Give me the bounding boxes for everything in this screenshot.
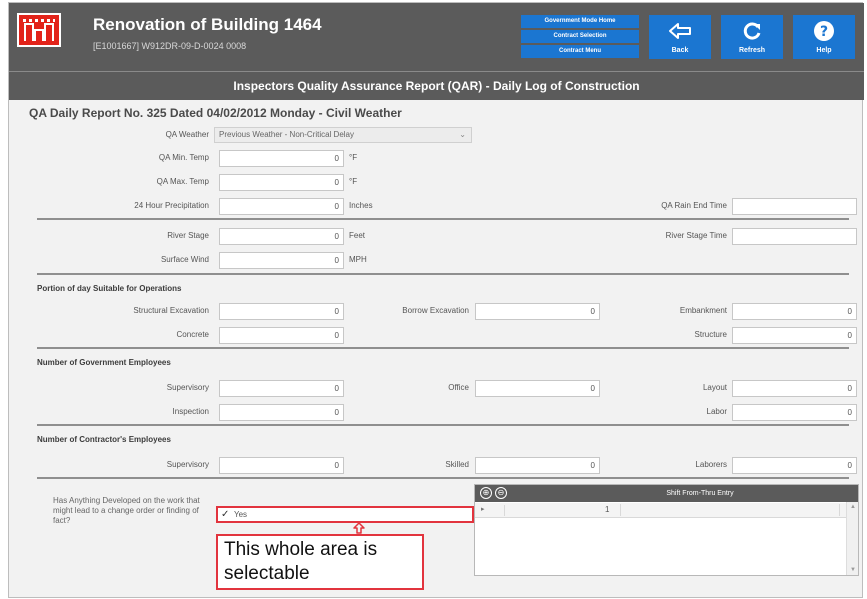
inspection-field[interactable]: 0 bbox=[219, 404, 344, 421]
surface-wind-unit: MPH bbox=[349, 255, 367, 264]
section-divider bbox=[37, 347, 849, 349]
labor-field[interactable]: 0 bbox=[732, 404, 857, 421]
borrow-excavation-field[interactable]: 0 bbox=[475, 303, 600, 320]
scroll-down-icon[interactable]: ▼ bbox=[850, 567, 856, 573]
back-label: Back bbox=[671, 47, 689, 54]
app-window: Renovation of Building 1464 [E1001667] W… bbox=[8, 2, 864, 598]
row-cell bbox=[491, 505, 505, 516]
rain-end-time-label: QA Rain End Time bbox=[661, 201, 727, 210]
refresh-label: Refresh bbox=[738, 47, 766, 54]
rain-end-time-field[interactable] bbox=[732, 198, 857, 215]
laborers-label: Laborers bbox=[695, 460, 727, 469]
river-stage-field[interactable]: 0 bbox=[219, 228, 344, 245]
checkmark-icon[interactable]: ✓ bbox=[221, 509, 229, 520]
river-stage-time-label: River Stage Time bbox=[665, 231, 727, 240]
structural-excavation-field[interactable]: 0 bbox=[219, 303, 344, 320]
layout-label: Layout bbox=[702, 383, 727, 392]
government-employees-heading: Number of Government Employees bbox=[37, 358, 171, 367]
report-title: QA Daily Report No. 325 Dated 04/02/2012… bbox=[29, 106, 402, 120]
max-temp-label: QA Max. Temp bbox=[156, 177, 209, 186]
section-divider bbox=[37, 273, 849, 275]
structure-field[interactable]: 0 bbox=[732, 327, 857, 344]
grid-remove-icon[interactable]: ⊖ bbox=[495, 487, 507, 499]
qa-weather-value: Previous Weather - Non-Critical Delay bbox=[219, 130, 355, 139]
section-divider bbox=[37, 424, 849, 426]
contractor-supervisory-field[interactable]: 0 bbox=[219, 457, 344, 474]
shift-entry-grid: ⊕ ⊖ Shift From-Thru Entry ▸ 1 ▲ ▼ bbox=[474, 484, 859, 576]
borrow-excavation-label: Borrow Excavation bbox=[402, 306, 469, 315]
river-stage-unit: Feet bbox=[349, 231, 366, 240]
refresh-button[interactable]: Refresh bbox=[721, 15, 783, 59]
back-arrow-icon bbox=[649, 21, 711, 41]
change-order-question: Has Anything Developed on the work that … bbox=[53, 496, 200, 525]
change-order-checkbox-area[interactable]: ✓ Yes bbox=[216, 506, 474, 523]
min-temp-field[interactable]: 0 bbox=[219, 150, 344, 167]
qa-weather-select[interactable]: Previous Weather - Non-Critical Delay ⌄ bbox=[214, 127, 472, 143]
refresh-icon bbox=[721, 21, 783, 41]
contract-menu-button[interactable]: Contract Menu bbox=[521, 45, 639, 58]
contractor-supervisory-label: Supervisory bbox=[166, 460, 209, 469]
app-header: Renovation of Building 1464 [E1001667] W… bbox=[9, 3, 864, 71]
office-label: Office bbox=[448, 383, 469, 392]
precipitation-unit: Inches bbox=[349, 201, 373, 210]
concrete-field[interactable]: 0 bbox=[219, 327, 344, 344]
table-row[interactable]: ▸ 1 bbox=[475, 503, 858, 518]
svg-text:?: ? bbox=[820, 24, 828, 40]
section-divider bbox=[37, 218, 849, 220]
grid-add-icon[interactable]: ⊕ bbox=[480, 487, 492, 499]
help-button[interactable]: ? Help bbox=[793, 15, 855, 59]
max-temp-unit: °F bbox=[349, 177, 358, 186]
scroll-up-icon[interactable]: ▲ bbox=[850, 504, 856, 510]
row-selector-icon: ▸ bbox=[481, 506, 485, 513]
app-title: Renovation of Building 1464 bbox=[93, 15, 322, 34]
structure-label: Structure bbox=[694, 330, 727, 339]
structural-excavation-label: Structural Excavation bbox=[133, 306, 209, 315]
help-label: Help bbox=[816, 47, 832, 54]
surface-wind-label: Surface Wind bbox=[160, 255, 209, 264]
contract-id: [E1001667] W912DR-09-D-0024 0008 bbox=[93, 41, 247, 51]
grid-title: Shift From-Thru Entry bbox=[666, 490, 734, 497]
chevron-down-icon: ⌄ bbox=[459, 130, 466, 139]
precipitation-field[interactable]: 0 bbox=[219, 198, 344, 215]
precipitation-label: 24 Hour Precipitation bbox=[134, 201, 209, 210]
gov-supervisory-field[interactable]: 0 bbox=[219, 380, 344, 397]
max-temp-field[interactable]: 0 bbox=[219, 174, 344, 191]
grid-header: ⊕ ⊖ Shift From-Thru Entry bbox=[475, 485, 858, 502]
section-divider bbox=[37, 477, 849, 479]
river-stage-label: River Stage bbox=[167, 231, 209, 240]
row-value: 1 bbox=[605, 505, 610, 514]
annotation-arrow-icon bbox=[353, 522, 365, 534]
help-icon: ? bbox=[793, 21, 855, 41]
min-temp-unit: °F bbox=[349, 153, 358, 162]
river-stage-time-field[interactable] bbox=[732, 228, 857, 245]
skilled-label: Skilled bbox=[445, 460, 469, 469]
annotation-callout: This whole area is selectable bbox=[216, 534, 424, 590]
office-field[interactable]: 0 bbox=[475, 380, 600, 397]
government-mode-home-button[interactable]: Government Mode Home bbox=[521, 15, 639, 28]
inspection-label: Inspection bbox=[172, 407, 209, 416]
concrete-label: Concrete bbox=[176, 330, 209, 339]
yes-label: Yes bbox=[234, 510, 248, 519]
row-cell[interactable] bbox=[620, 504, 840, 516]
laborers-field[interactable]: 0 bbox=[732, 457, 857, 474]
min-temp-label: QA Min. Temp bbox=[158, 153, 209, 162]
nav-link-stack: Government Mode Home Contract Selection … bbox=[521, 15, 639, 60]
layout-field[interactable]: 0 bbox=[732, 380, 857, 397]
qa-weather-label: QA Weather bbox=[165, 130, 209, 139]
skilled-field[interactable]: 0 bbox=[475, 457, 600, 474]
back-button[interactable]: Back bbox=[649, 15, 711, 59]
embankment-label: Embankment bbox=[679, 306, 727, 315]
embankment-field[interactable]: 0 bbox=[732, 303, 857, 320]
contractor-employees-heading: Number of Contractor's Employees bbox=[37, 435, 171, 444]
castle-logo-icon bbox=[17, 13, 61, 47]
grid-scrollbar[interactable]: ▲ ▼ bbox=[846, 502, 858, 575]
contract-selection-button[interactable]: Contract Selection bbox=[521, 30, 639, 43]
page-banner: Inspectors Quality Assurance Report (QAR… bbox=[9, 71, 864, 100]
gov-supervisory-label: Supervisory bbox=[166, 383, 209, 392]
surface-wind-field[interactable]: 0 bbox=[219, 252, 344, 269]
labor-label: Labor bbox=[706, 407, 727, 416]
portion-of-day-heading: Portion of day Suitable for Operations bbox=[37, 284, 182, 293]
